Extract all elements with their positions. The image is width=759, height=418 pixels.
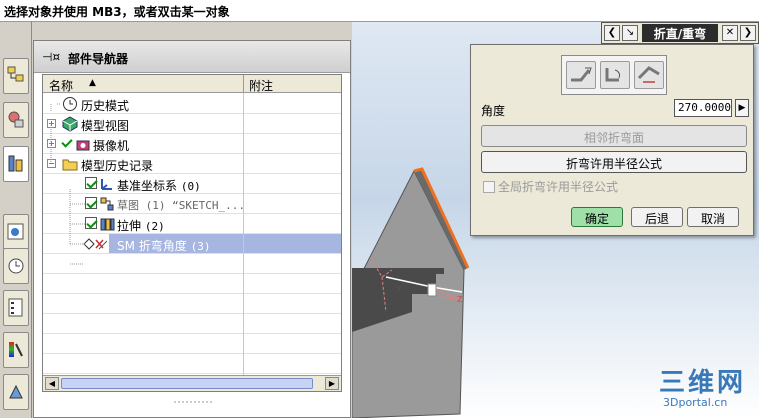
close-icon[interactable]: ✕ bbox=[722, 25, 738, 41]
horizontal-scrollbar[interactable]: ◀ ▶ bbox=[43, 375, 341, 391]
roles-tab[interactable] bbox=[3, 332, 29, 368]
rebend-icon bbox=[605, 68, 620, 82]
part-navigator: ⊣¤ 部件导航器 名称 ▲ 附注 历史模式 + 模型视图 + 摄像机 − 模型历… bbox=[33, 40, 351, 418]
angle-label: 角度 bbox=[481, 104, 506, 118]
tree-row-empty bbox=[43, 274, 341, 294]
navigator-tree: 名称 ▲ 附注 历史模式 + 模型视图 + 摄像机 − 模型历史记录 基准坐标系… bbox=[42, 74, 342, 392]
scrollbar-thumb[interactable] bbox=[61, 378, 313, 389]
assembly-navigator-tab[interactable] bbox=[3, 58, 29, 94]
angle-input[interactable]: 270.00000 bbox=[674, 99, 732, 117]
tree-row-empty bbox=[43, 314, 341, 334]
palette-tab[interactable] bbox=[3, 290, 29, 326]
tree-row-label: 基准坐标系 (0) bbox=[117, 179, 201, 193]
part-navigator-tab[interactable] bbox=[3, 146, 29, 182]
part-navigator-icon bbox=[8, 155, 23, 172]
tree-header: 名称 ▲ 附注 bbox=[43, 75, 341, 93]
constraint-navigator-icon bbox=[8, 111, 24, 128]
unbend-button[interactable] bbox=[566, 61, 596, 89]
bend-type-button-group bbox=[561, 55, 667, 95]
angle-menu-arrow-icon[interactable]: ▶ bbox=[735, 99, 749, 117]
dialog-title-strip[interactable]: ❮ ↘ 折直/重弯 ✕ ❯ bbox=[601, 22, 759, 44]
bend-handle[interactable] bbox=[427, 283, 437, 297]
scroll-right-arrow-icon[interactable]: ▶ bbox=[325, 377, 339, 390]
adjacent-bend-face-button[interactable]: 相邻折弯面 bbox=[481, 125, 747, 147]
roles-icon bbox=[9, 342, 23, 357]
panel-splitter-grip[interactable] bbox=[174, 401, 214, 405]
tree-row-empty bbox=[43, 354, 341, 374]
column-header-name[interactable]: 名称 bbox=[49, 77, 73, 94]
column-divider[interactable] bbox=[243, 75, 244, 93]
column-header-note[interactable]: 附注 bbox=[249, 77, 273, 94]
tree-lines bbox=[50, 103, 85, 265]
watermark-main-text: 三维网 bbox=[659, 368, 747, 398]
assembly-navigator-icon bbox=[7, 66, 24, 82]
constraint-navigator-tab[interactable] bbox=[3, 102, 29, 138]
rebend-button[interactable] bbox=[600, 61, 630, 89]
unbend-icon bbox=[571, 67, 592, 82]
palette-icon bbox=[8, 298, 23, 317]
system-materials-icon bbox=[9, 384, 23, 399]
scroll-left-arrow-icon[interactable]: ◀ bbox=[45, 377, 59, 390]
ok-button[interactable]: 确定 bbox=[571, 207, 623, 227]
pin-icon[interactable]: ⊣¤ bbox=[42, 50, 60, 64]
expand-right-icon[interactable]: ❯ bbox=[740, 25, 756, 41]
global-bend-formula-label: 全局折弯许用半径公式 bbox=[498, 180, 619, 194]
resource-bar bbox=[0, 22, 32, 418]
back-button[interactable]: 后退 bbox=[631, 207, 683, 227]
tree-row-empty bbox=[43, 334, 341, 354]
bend-radius-formula-button[interactable]: 折弯许用半径公式 bbox=[481, 151, 747, 173]
bend-angle-icon bbox=[637, 66, 660, 83]
tree-row-empty bbox=[43, 294, 341, 314]
dialog-title: 折直/重弯 bbox=[642, 24, 718, 42]
navigator-header: ⊣¤ 部件导航器 bbox=[34, 41, 350, 73]
web-browser-tab[interactable] bbox=[3, 214, 29, 250]
status-bar: 选择对象并使用 MB3，或者双击某一对象 bbox=[0, 0, 759, 22]
global-bend-formula-option[interactable]: 全局折弯许用半径公式 bbox=[483, 178, 618, 195]
system-materials-tab[interactable] bbox=[3, 374, 29, 410]
tree-row-label: 草图 (1) “SKETCH_... bbox=[117, 199, 245, 212]
column-divider-line bbox=[243, 93, 244, 375]
web-browser-icon bbox=[7, 223, 24, 240]
z-axis-label: Z bbox=[457, 295, 463, 304]
global-bend-formula-checkbox[interactable] bbox=[483, 181, 495, 193]
x-axis-label: X bbox=[396, 285, 402, 294]
navigator-title: 部件导航器 bbox=[68, 52, 129, 66]
history-icon bbox=[8, 258, 24, 274]
tree-row-label: 拉伸 (2) bbox=[117, 219, 165, 233]
bend-angle-button[interactable] bbox=[634, 61, 664, 89]
tree-row-label: SM 折弯角度 (3) bbox=[117, 239, 211, 253]
cancel-button[interactable]: 取消 bbox=[687, 207, 739, 227]
watermark-logo: 三维网 3Dportal.cn bbox=[659, 362, 757, 414]
sort-ascending-icon[interactable]: ▲ bbox=[89, 78, 96, 88]
status-prompt: 选择对象并使用 MB3，或者双击某一对象 bbox=[4, 5, 230, 19]
collapse-left-icon[interactable]: ❮ bbox=[604, 25, 620, 41]
dock-arrow-icon[interactable]: ↘ bbox=[622, 25, 638, 41]
watermark-url: 3Dportal.cn bbox=[663, 396, 728, 409]
history-tab[interactable] bbox=[3, 248, 29, 284]
bend-dialog: 角度 270.00000 ▶ 相邻折弯面 折弯许用半径公式 全局折弯许用半径公式… bbox=[470, 44, 754, 236]
